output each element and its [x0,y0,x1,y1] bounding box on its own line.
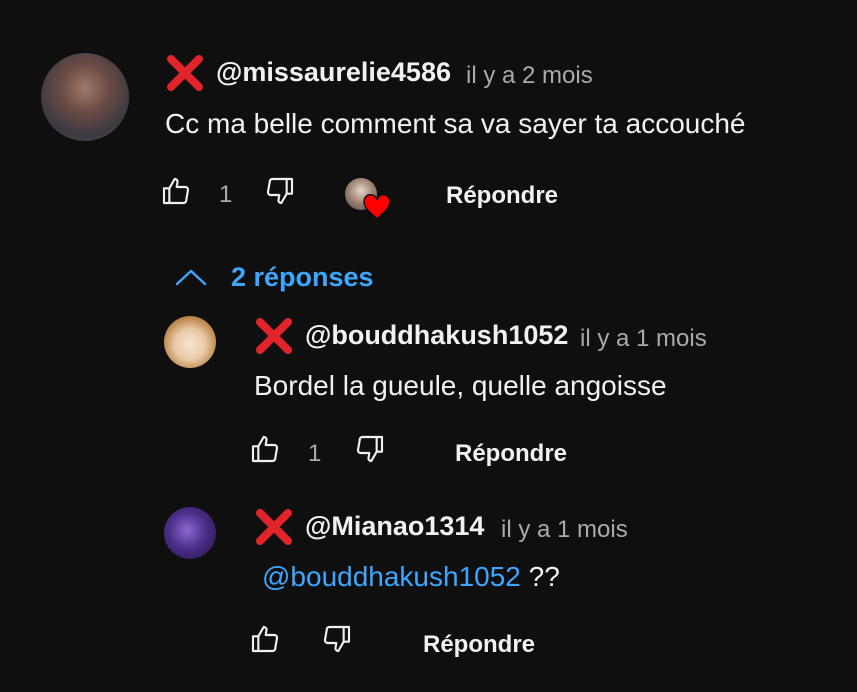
avatar[interactable] [164,507,216,559]
replies-count-label[interactable]: 2 réponses [231,262,374,293]
cross-mark-icon [254,509,294,545]
reply-button[interactable]: Répondre [455,440,567,468]
like-count: 1 [219,181,233,208]
comment-author[interactable]: @missaurelie4586 [216,57,451,88]
reply-text: Bordel la gueule, quelle angoisse [254,370,667,401]
comment-timestamp[interactable]: il y a 2 mois [466,62,593,90]
replies-toggle[interactable]: 2 réponses [174,262,389,292]
like-button[interactable] [160,175,192,207]
like-count: 1 [308,440,322,467]
comment-text: Cc ma belle comment sa va sayer ta accou… [165,108,746,139]
like-button[interactable] [249,623,281,655]
reply-author[interactable]: @Mianao1314 [305,511,484,542]
reply-timestamp[interactable]: il y a 1 mois [580,325,707,353]
reply-timestamp[interactable]: il y a 1 mois [501,516,628,544]
heart-icon [363,194,391,220]
dislike-button[interactable] [264,175,296,207]
thumbs-down-icon [266,177,294,205]
thumbs-down-icon [323,625,351,653]
thumbs-up-icon [162,177,190,205]
cross-mark-icon [165,55,205,91]
dislike-button[interactable] [354,433,386,465]
mention-link[interactable]: @bouddhakush1052 [262,561,521,592]
chevron-up-icon [175,269,207,286]
dislike-button[interactable] [321,623,353,655]
reply-text-body: ?? [520,561,560,592]
avatar[interactable] [164,316,216,368]
cross-mark-icon [254,318,294,354]
thumbs-up-icon [251,625,279,653]
creator-heart [345,178,393,224]
thumbs-up-icon [251,435,279,463]
reply-text: @bouddhakush1052 ?? [262,561,560,593]
reply-author[interactable]: @bouddhakush1052 [305,320,568,351]
avatar[interactable] [41,53,129,141]
reply-button[interactable]: Répondre [446,182,558,210]
reply-button[interactable]: Répondre [423,631,535,659]
thumbs-down-icon [356,435,384,463]
like-button[interactable] [249,433,281,465]
